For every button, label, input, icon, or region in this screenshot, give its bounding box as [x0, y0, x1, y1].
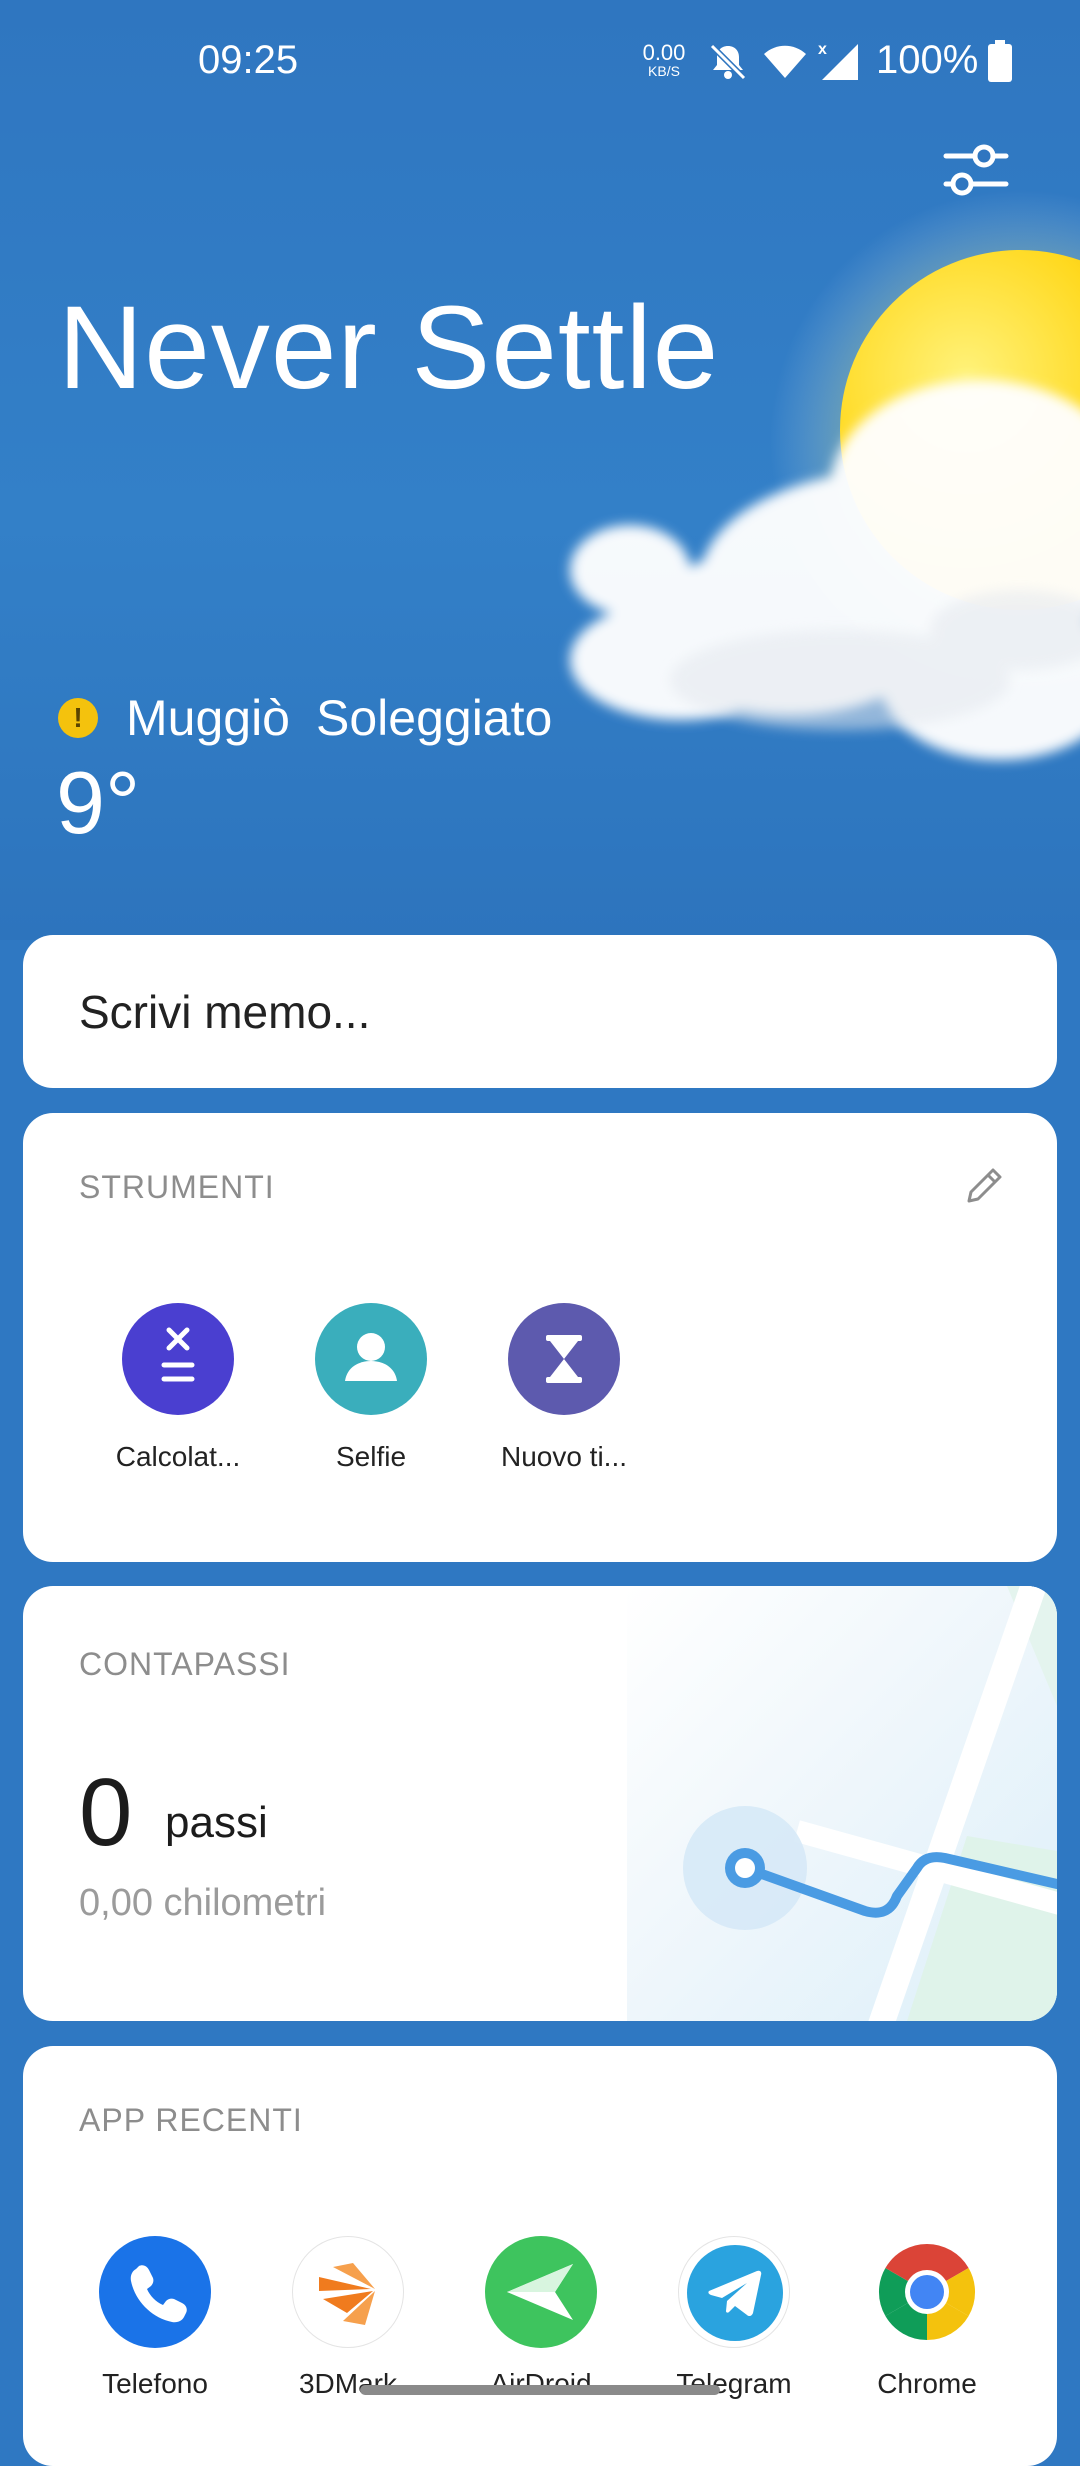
- telegram-icon: [678, 2236, 790, 2348]
- recent-apps-card: APP RECENTI Telefono 3DMark AirDroid Tel…: [23, 2046, 1057, 2466]
- pencil-icon: [967, 1168, 1002, 1203]
- calculator-icon: [122, 1303, 234, 1415]
- pedometer-title: CONTAPASSI: [79, 1646, 291, 1682]
- network-speed: 0.00 KB/S: [636, 40, 692, 79]
- weather-city: Muggiò: [126, 690, 290, 746]
- network-speed-unit: KB/S: [648, 63, 680, 79]
- svg-text:x: x: [818, 41, 827, 58]
- app-3dmark[interactable]: 3DMark: [253, 2236, 443, 2400]
- weather-temperature: 9°: [56, 753, 141, 852]
- battery-percent: 100%: [876, 38, 979, 82]
- steps-count: 0: [79, 1759, 133, 1866]
- alert-icon[interactable]: !: [58, 698, 98, 738]
- app-label: Telegram: [676, 2368, 792, 2399]
- battery-icon: [988, 40, 1012, 82]
- distance: 0,00 chilometri: [79, 1882, 327, 1924]
- app-airdroid[interactable]: AirDroid: [446, 2236, 636, 2400]
- hourglass-icon: [508, 1303, 620, 1415]
- person-icon: [315, 1303, 427, 1415]
- tools-title: STRUMENTI: [79, 1169, 275, 1205]
- route-map-illustration: [627, 1586, 1057, 2021]
- app-label: 3DMark: [298, 2368, 397, 2399]
- weather-info[interactable]: ! Muggiò Soleggiato: [58, 690, 552, 746]
- phone-icon: [99, 2236, 211, 2348]
- pedometer-card[interactable]: CONTAPASSI 0 passi 0,00 chilometri: [23, 1586, 1057, 2021]
- steps-unit: passi: [165, 1798, 268, 1847]
- weather-sunny-icon: [570, 190, 1080, 760]
- cellular-signal-icon: x: [818, 41, 858, 80]
- tool-selfie[interactable]: Selfie: [291, 1303, 451, 1473]
- status-bar: 09:25 0.00 KB/S x 100%: [0, 0, 1080, 120]
- edit-tools-button[interactable]: [963, 1163, 1007, 1207]
- memo-input[interactable]: Scrivi memo...: [79, 985, 370, 1039]
- tool-calculator[interactable]: Calcolat...: [98, 1303, 258, 1473]
- tool-label: Calcolat...: [115, 1441, 241, 1472]
- airdroid-icon: [485, 2236, 597, 2348]
- app-label: AirDroid: [490, 2368, 592, 2399]
- bell-muted-icon: [709, 43, 747, 81]
- memo-card[interactable]: Scrivi memo...: [23, 935, 1057, 1088]
- app-label: Chrome: [877, 2368, 977, 2399]
- network-speed-value: 0.00: [642, 40, 686, 65]
- tools-card: STRUMENTI Calcolat... Selfie Nuovo ti...: [23, 1113, 1057, 1562]
- 3dmark-icon: [292, 2236, 404, 2348]
- weather-condition: Soleggiato: [316, 690, 553, 746]
- wifi-icon: [764, 45, 806, 78]
- tool-timer[interactable]: Nuovo ti...: [484, 1303, 644, 1473]
- recent-apps-title: APP RECENTI: [79, 2102, 303, 2138]
- navigation-gesture-bar[interactable]: [360, 2385, 720, 2395]
- app-label: Telefono: [102, 2368, 208, 2399]
- tool-label: Nuovo ti...: [500, 1441, 628, 1472]
- tool-label: Selfie: [335, 1441, 407, 1472]
- app-chrome[interactable]: Chrome: [832, 2236, 1022, 2400]
- chrome-icon: [871, 2236, 983, 2348]
- clock: 09:25: [198, 38, 299, 82]
- app-telefono[interactable]: Telefono: [60, 2236, 250, 2400]
- sun-cloud-illustration: [480, 160, 1080, 820]
- app-telegram[interactable]: Telegram: [639, 2236, 829, 2400]
